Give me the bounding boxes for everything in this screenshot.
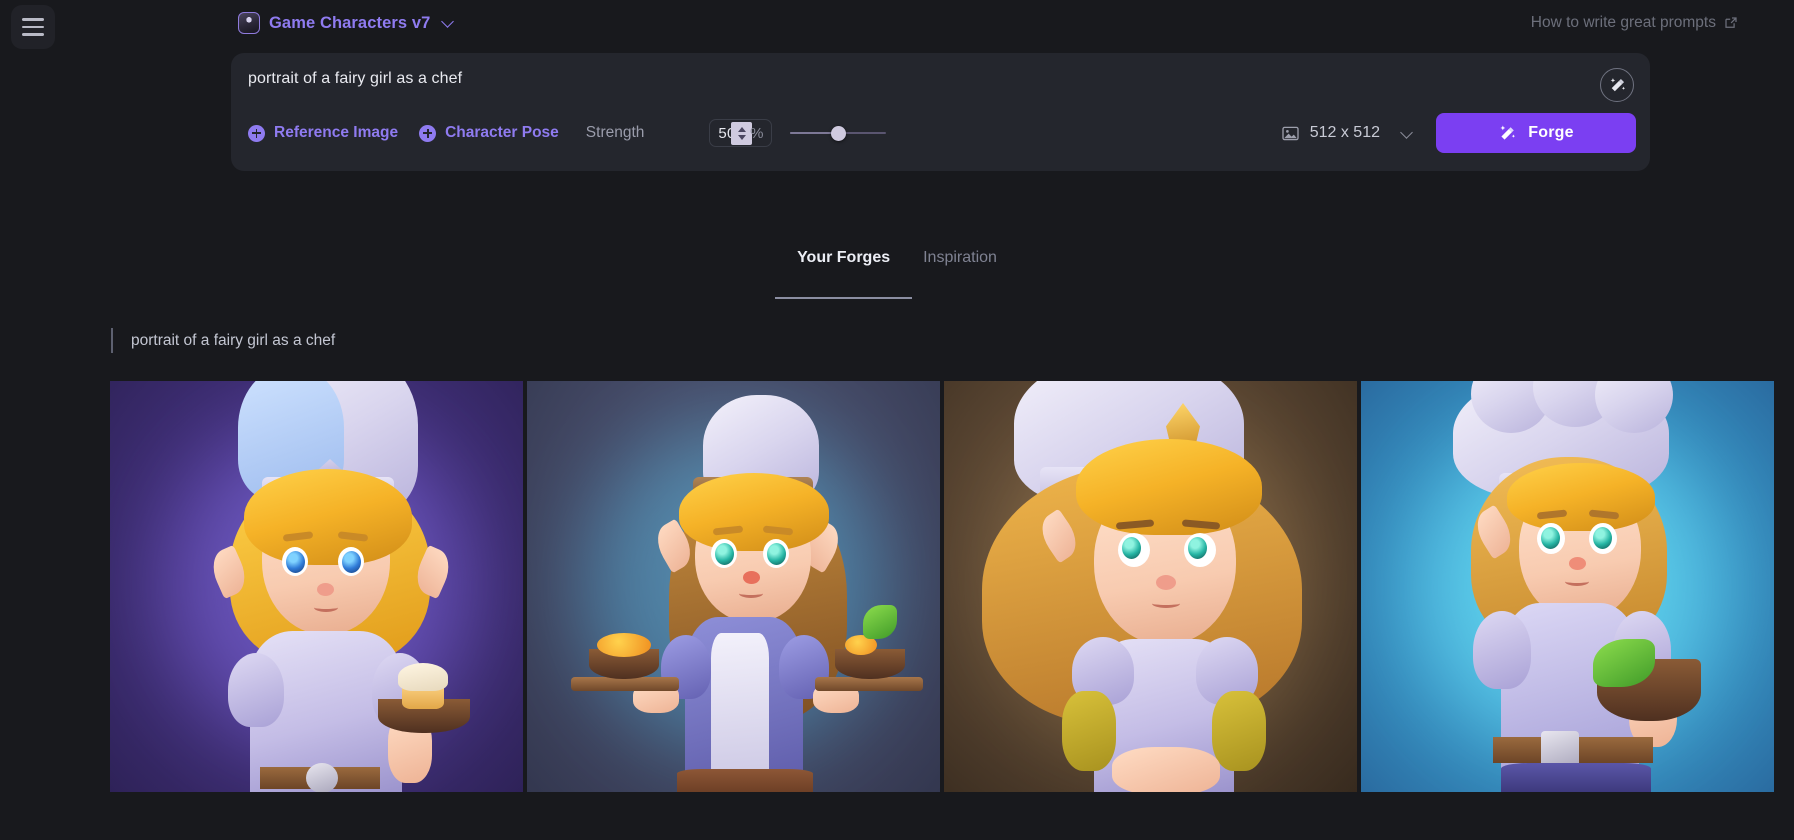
plus-circle-icon xyxy=(419,125,436,142)
menu-line xyxy=(22,26,44,29)
character-art xyxy=(1361,381,1774,792)
chevron-down-icon[interactable] xyxy=(443,16,455,28)
image-icon xyxy=(1282,126,1299,141)
prompt-controls-row: Reference Image Character Pose Strength … xyxy=(248,111,1636,155)
strength-unit: % xyxy=(750,125,763,142)
tab-inspiration-label: Inspiration xyxy=(923,249,997,266)
result-image-4[interactable] xyxy=(1361,381,1774,792)
model-selector[interactable]: Game Characters v7 xyxy=(238,12,455,34)
external-link-icon xyxy=(1724,16,1738,30)
magic-wand-icon xyxy=(1498,124,1517,143)
enhance-prompt-button[interactable] xyxy=(1600,68,1634,102)
help-link-label: How to write great prompts xyxy=(1531,14,1716,32)
model-name-label: Game Characters v7 xyxy=(269,14,430,33)
magic-wand-icon xyxy=(1608,76,1627,95)
result-image-2[interactable] xyxy=(527,381,940,792)
results-image-grid xyxy=(110,381,1774,792)
slider-thumb[interactable] xyxy=(831,126,846,141)
tab-your-forges[interactable]: Your Forges xyxy=(797,249,890,299)
result-prompt-text: portrait of a fairy girl as a chef xyxy=(131,332,335,350)
prompt-input[interactable]: portrait of a fairy girl as a chef xyxy=(248,70,462,88)
how-to-write-great-prompts-link[interactable]: How to write great prompts xyxy=(1531,14,1738,32)
tab-inspiration[interactable]: Inspiration xyxy=(923,249,997,299)
add-character-pose-button[interactable]: Character Pose xyxy=(419,124,559,142)
prompt-panel: portrait of a fairy girl as a chef Refer… xyxy=(231,53,1650,171)
top-bar: Game Characters v7 How to write great pr… xyxy=(0,0,1794,52)
result-image-1[interactable] xyxy=(110,381,523,792)
character-art xyxy=(944,381,1357,792)
hamburger-menu-icon[interactable] xyxy=(11,5,55,49)
plus-circle-icon xyxy=(248,125,265,142)
character-pose-label: Character Pose xyxy=(445,124,559,142)
result-image-3[interactable] xyxy=(944,381,1357,792)
stepper-down-arrow[interactable] xyxy=(738,135,746,140)
results-tabs: Your Forges Inspiration xyxy=(0,249,1794,299)
strength-label: Strength xyxy=(586,124,645,142)
tab-your-forges-label: Your Forges xyxy=(797,249,890,266)
forge-button-label: Forge xyxy=(1528,124,1573,142)
result-prompt-header: portrait of a fairy girl as a chef xyxy=(111,328,335,353)
character-art xyxy=(527,381,940,792)
accent-bar xyxy=(111,328,113,353)
image-size-value: 512 x 512 xyxy=(1310,124,1380,142)
menu-line xyxy=(22,18,44,21)
stepper-up-arrow[interactable] xyxy=(738,127,746,132)
model-avatar-thumbnail xyxy=(238,12,260,34)
reference-image-label: Reference Image xyxy=(274,124,398,142)
chevron-down-icon[interactable] xyxy=(1401,127,1414,140)
character-art xyxy=(110,381,523,792)
add-reference-image-button[interactable]: Reference Image xyxy=(248,124,398,142)
strength-slider[interactable] xyxy=(790,121,886,145)
strength-input[interactable]: 50 % xyxy=(709,119,772,147)
image-size-selector[interactable]: 512 x 512 xyxy=(1282,124,1414,142)
menu-line xyxy=(22,33,44,36)
forge-button[interactable]: Forge xyxy=(1436,113,1636,153)
